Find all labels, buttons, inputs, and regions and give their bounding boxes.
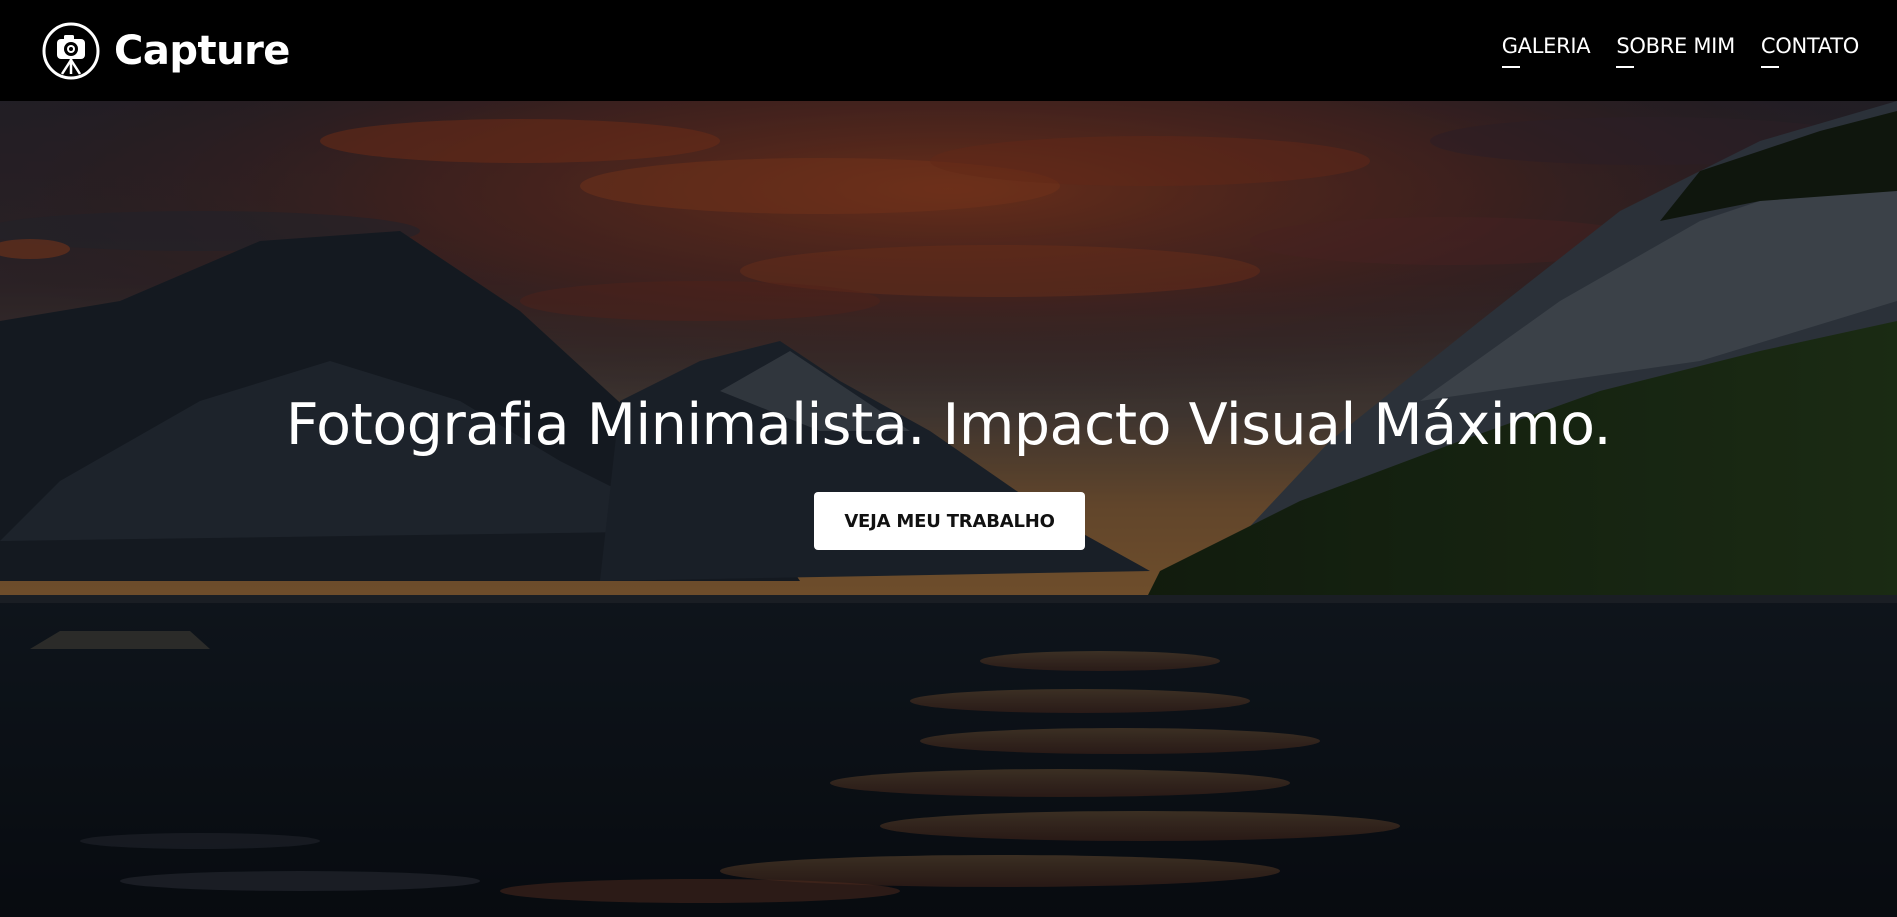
brand-home-link[interactable]: Capture: [42, 22, 290, 80]
brand-name: Capture: [114, 27, 290, 74]
main-nav: GALERIA SOBRE MIM CONTATO: [1501, 34, 1859, 68]
view-work-button[interactable]: VEJA MEU TRABALHO: [814, 492, 1085, 550]
hero-section: Fotografia Minimalista. Impacto Visual M…: [0, 101, 1897, 917]
nav-link-contato[interactable]: CONTATO: [1760, 34, 1859, 68]
hero-heading: Fotografia Minimalista. Impacto Visual M…: [285, 392, 1612, 458]
site-header: Capture GALERIA SOBRE MIM CONTATO: [0, 0, 1897, 101]
camera-on-tripod-icon: [42, 22, 100, 79]
nav-link-galeria[interactable]: GALERIA: [1501, 34, 1591, 68]
nav-link-sobre-mim[interactable]: SOBRE MIM: [1616, 34, 1735, 68]
hero-content: Fotografia Minimalista. Impacto Visual M…: [0, 101, 1897, 917]
